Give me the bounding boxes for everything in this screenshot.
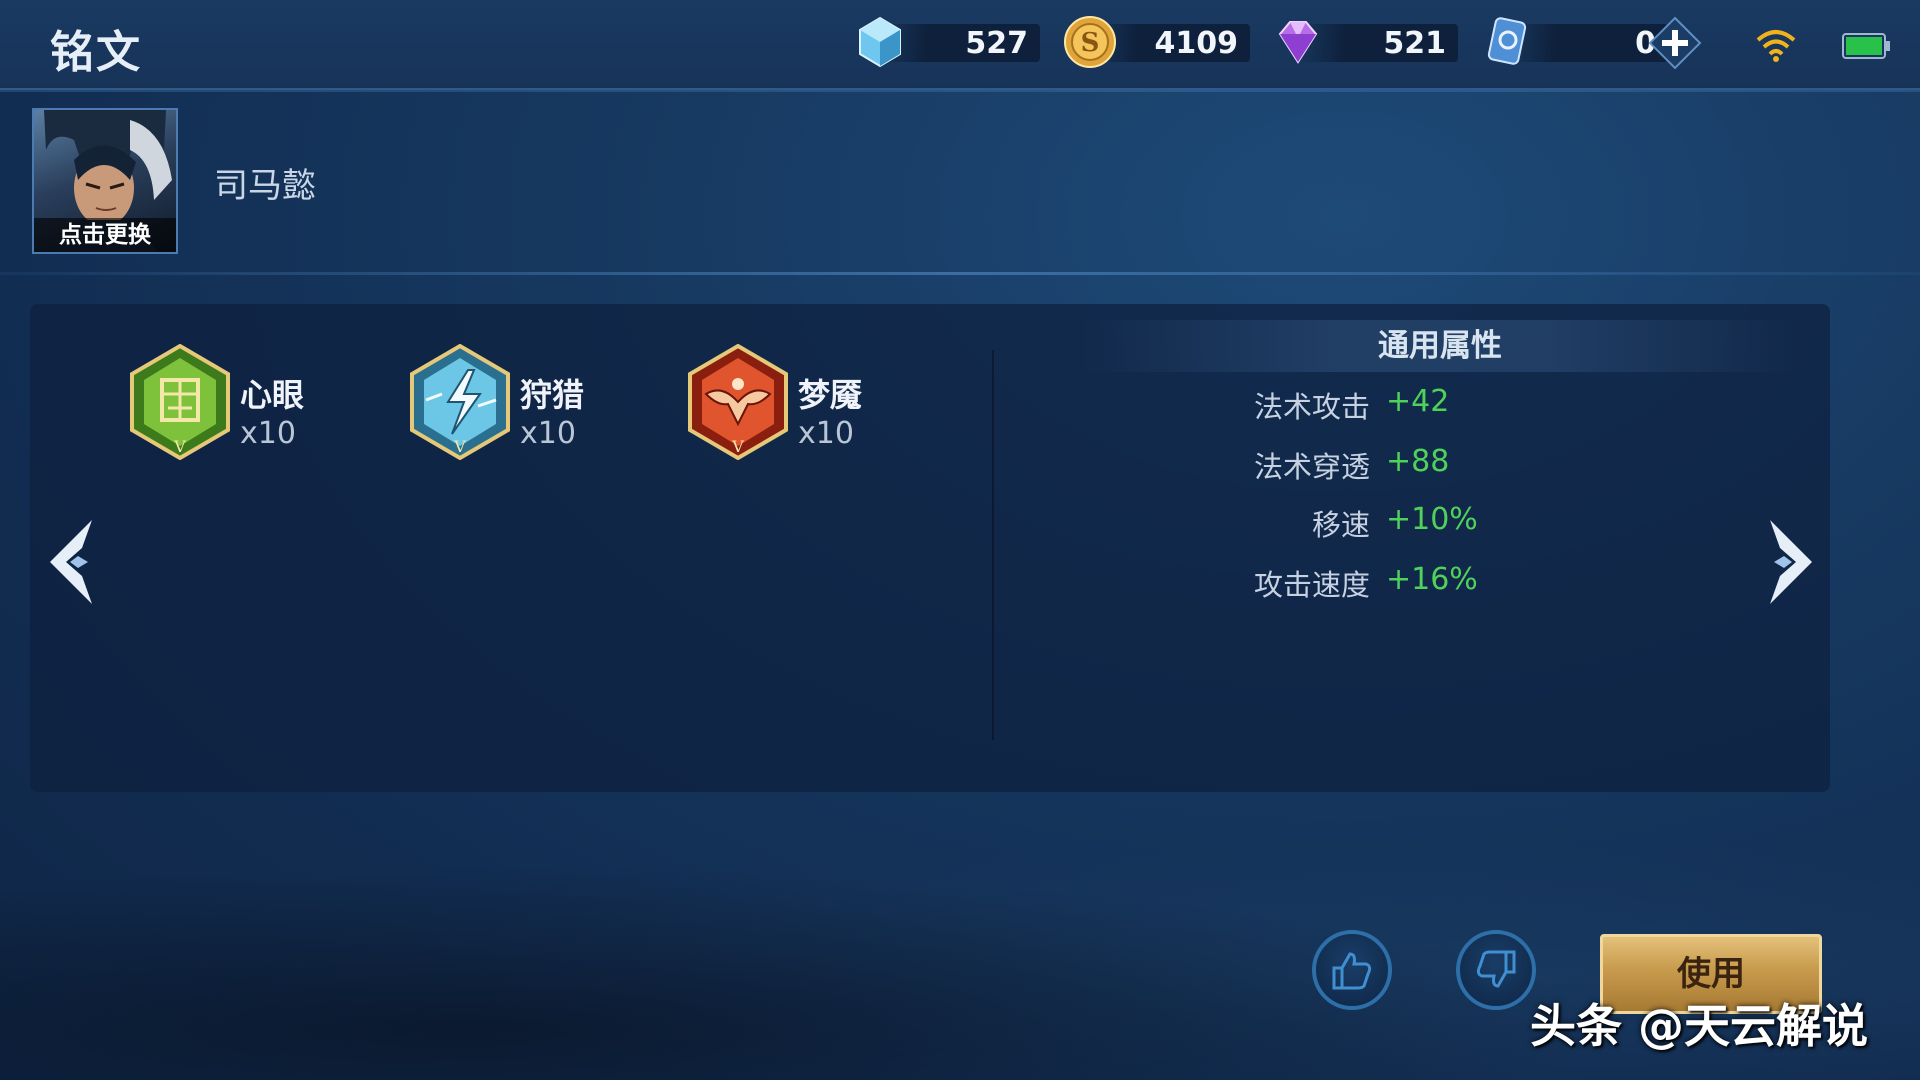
rune-green-icon: V xyxy=(130,344,230,460)
attribute-label: 攻击速度 xyxy=(1253,568,1370,602)
currency-diamond[interactable]: 521 xyxy=(1270,20,1458,66)
svg-text:V: V xyxy=(731,437,744,456)
top-bar: 铭文 527 4109 S 521 0 xyxy=(0,0,1920,90)
attribute-value: +16% xyxy=(1386,562,1478,597)
crystal-count: 527 xyxy=(965,26,1028,61)
rune-blue-icon: V xyxy=(410,344,510,460)
currency-ticket[interactable]: 0 xyxy=(1480,17,1668,66)
attribute-row: 法术穿透 +88 xyxy=(1080,444,1800,490)
crystal-icon xyxy=(859,16,901,68)
wifi-icon xyxy=(1756,30,1796,62)
rune-panel: V 心眼 x10 V 狩猎 x10 V 梦魇 x10 通用属性 法术攻击 +42… xyxy=(30,304,1830,792)
ticket-icon xyxy=(1487,17,1527,65)
diamond-count: 521 xyxy=(1383,26,1446,61)
rune-count: x10 xyxy=(520,416,576,451)
thumbs-down-icon xyxy=(1476,950,1516,988)
rune-item[interactable]: V 狩猎 x10 xyxy=(408,344,668,474)
attribute-row: 移速 +10% xyxy=(1080,502,1800,548)
diamond-icon xyxy=(1278,21,1318,64)
next-arrow-icon[interactable] xyxy=(1756,514,1822,610)
hero-name: 司马懿 xyxy=(214,166,316,206)
page-title: 铭文 xyxy=(50,27,142,78)
rune-red-icon: V xyxy=(688,344,788,460)
panel-divider xyxy=(992,350,994,740)
attribute-row: 法术攻击 +42 xyxy=(1080,384,1800,430)
section-divider xyxy=(0,272,1920,275)
rune-count: x10 xyxy=(240,416,296,451)
gold-count: 4109 xyxy=(1154,26,1239,61)
prev-arrow-icon[interactable] xyxy=(40,514,106,610)
svg-text:V: V xyxy=(453,437,466,456)
rune-name: 心眼 xyxy=(240,376,305,414)
currency-crystal[interactable]: 527 xyxy=(852,16,1040,68)
svg-text:V: V xyxy=(173,437,186,456)
rune-name: 狩猎 xyxy=(520,376,585,414)
attribute-label: 法术攻击 xyxy=(1253,390,1370,424)
attribute-value: +42 xyxy=(1386,384,1450,419)
attribute-value: +88 xyxy=(1386,444,1450,479)
attribute-label: 法术穿透 xyxy=(1253,450,1370,484)
rune-name: 梦魇 xyxy=(798,376,863,414)
rune-item[interactable]: V 心眼 x10 xyxy=(128,344,388,474)
attribute-label: 移速 xyxy=(1311,508,1370,542)
gold-coin-icon: S xyxy=(1064,16,1116,68)
battery-icon xyxy=(1842,33,1890,59)
svg-text:S: S xyxy=(1081,28,1100,58)
like-button[interactable] xyxy=(1312,930,1392,1010)
attributes-title: 通用属性 xyxy=(1080,320,1800,372)
thumbs-up-icon xyxy=(1332,952,1372,990)
rune-count: x10 xyxy=(798,416,854,451)
change-hero-label: 点击更换 xyxy=(34,218,176,252)
attribute-row: 攻击速度 +16% xyxy=(1080,562,1800,608)
hero-avatar[interactable]: 点击更换 xyxy=(32,108,178,254)
watermark-text: 头条 @天云解说 xyxy=(1530,999,1869,1053)
plus-icon[interactable] xyxy=(1648,16,1702,70)
currency-gold[interactable]: 4109 S xyxy=(1062,16,1250,68)
dislike-button[interactable] xyxy=(1456,930,1536,1010)
attribute-value: +10% xyxy=(1386,502,1478,537)
rune-item[interactable]: V 梦魇 x10 xyxy=(686,344,946,474)
